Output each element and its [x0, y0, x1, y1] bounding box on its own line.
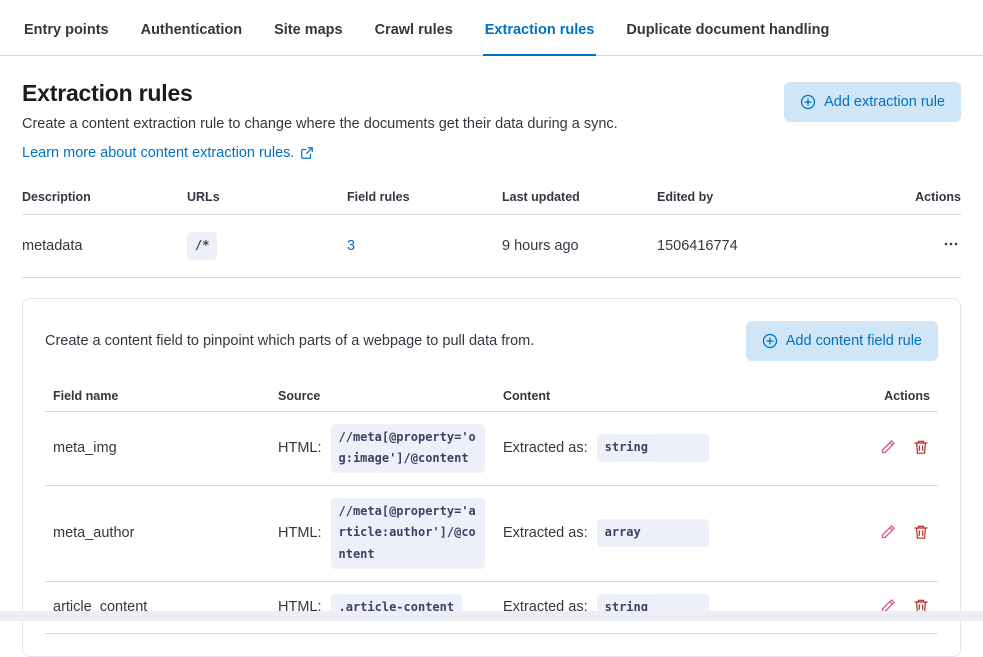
col-header-content: Content — [503, 389, 860, 403]
add-content-field-rule-button[interactable]: Add content field rule — [746, 321, 938, 361]
tab-bar: Entry points Authentication Site maps Cr… — [0, 0, 983, 56]
col-header-edited-by: Edited by — [657, 190, 901, 204]
rule-last-updated: 9 hours ago — [502, 238, 657, 254]
tab-authentication[interactable]: Authentication — [139, 6, 245, 56]
learn-more-label: Learn more about content extraction rule… — [22, 145, 294, 161]
add-extraction-rule-button[interactable]: Add extraction rule — [784, 82, 961, 122]
table-row: meta_img HTML: //meta[@property='og:imag… — [45, 412, 938, 486]
table-row: metadata /* 3 9 hours ago 1506416774 — [22, 215, 961, 278]
table-row: article_content HTML: .article-content E… — [45, 582, 938, 635]
rule-edited-by: 1506416774 — [657, 238, 901, 254]
circle-plus-icon — [762, 333, 778, 349]
page-description: Create a content extraction rule to chan… — [22, 116, 618, 132]
delete-field-rule-button[interactable] — [912, 439, 930, 457]
edit-field-rule-button[interactable] — [879, 524, 897, 542]
col-header-description: Description — [22, 190, 187, 204]
tab-site-maps[interactable]: Site maps — [272, 6, 345, 56]
add-content-field-rule-label: Add content field rule — [786, 333, 922, 349]
extracted-type-chip: string — [597, 434, 709, 462]
source-selector-chip: //meta[@property='og:image']/@content — [331, 424, 485, 473]
row-actions-menu-button[interactable] — [941, 236, 961, 256]
edit-field-rule-button[interactable] — [879, 439, 897, 457]
circle-plus-icon — [800, 94, 816, 110]
table-row: meta_author HTML: //meta[@property='arti… — [45, 486, 938, 582]
panel-header: Create a content field to pinpoint which… — [45, 321, 938, 361]
rule-actions-cell — [941, 236, 961, 257]
row-actions-cell — [860, 524, 930, 542]
url-pattern-chip: /* — [187, 232, 217, 260]
external-link-icon — [300, 146, 314, 160]
delete-field-rule-button[interactable] — [912, 524, 930, 542]
add-extraction-rule-label: Add extraction rule — [824, 94, 945, 110]
source-label: HTML: — [278, 525, 322, 541]
pencil-icon — [880, 524, 896, 540]
col-header-urls: URLs — [187, 190, 347, 204]
page-title: Extraction rules — [22, 80, 618, 107]
row-actions-cell — [860, 439, 930, 457]
content-cell: Extracted as: array — [503, 519, 860, 547]
source-label: HTML: — [278, 440, 322, 456]
rule-description: metadata — [22, 238, 187, 254]
page-header-text: Extraction rules Create a content extrac… — [22, 80, 618, 162]
trash-icon — [913, 524, 929, 540]
field-table-header-row: Field name Source Content Actions — [45, 381, 938, 412]
rule-urls-cell: /* — [187, 232, 347, 260]
col-header-field-name: Field name — [53, 389, 278, 403]
col-header-actions: Actions — [884, 389, 930, 403]
col-header-field-rules: Field rules — [347, 190, 502, 204]
content-label: Extracted as: — [503, 440, 588, 456]
extraction-rules-table: Description URLs Field rules Last update… — [22, 182, 961, 278]
learn-more-link[interactable]: Learn more about content extraction rule… — [22, 145, 314, 161]
rule-field-rules-cell: 3 — [347, 238, 502, 254]
page-header: Extraction rules Create a content extrac… — [0, 56, 983, 162]
source-cell: HTML: //meta[@property='article:author']… — [278, 498, 503, 569]
rules-table-header-row: Description URLs Field rules Last update… — [22, 182, 961, 215]
col-header-last-updated: Last updated — [502, 190, 657, 204]
tab-entry-points[interactable]: Entry points — [22, 6, 111, 56]
tab-extraction-rules[interactable]: Extraction rules — [483, 6, 597, 56]
panel-description: Create a content field to pinpoint which… — [45, 333, 534, 349]
content-field-rules-panel: Create a content field to pinpoint which… — [22, 298, 961, 657]
tab-crawl-rules[interactable]: Crawl rules — [373, 6, 455, 56]
source-selector-chip: //meta[@property='article:author']/@cont… — [331, 498, 485, 569]
field-rules-count-link[interactable]: 3 — [347, 238, 355, 254]
ellipsis-icon — [943, 236, 959, 252]
page-bottom-edge — [0, 611, 983, 621]
field-name: meta_author — [53, 525, 278, 541]
pencil-icon — [880, 439, 896, 455]
content-label: Extracted as: — [503, 525, 588, 541]
field-rules-table: Field name Source Content Actions meta_i… — [45, 381, 938, 635]
trash-icon — [913, 439, 929, 455]
tab-duplicate-document-handling[interactable]: Duplicate document handling — [624, 6, 831, 56]
source-cell: HTML: //meta[@property='og:image']/@cont… — [278, 424, 503, 473]
col-header-source: Source — [278, 389, 503, 403]
field-name: meta_img — [53, 440, 278, 456]
extracted-type-chip: array — [597, 519, 709, 547]
content-cell: Extracted as: string — [503, 434, 860, 462]
col-header-actions: Actions — [915, 190, 961, 204]
